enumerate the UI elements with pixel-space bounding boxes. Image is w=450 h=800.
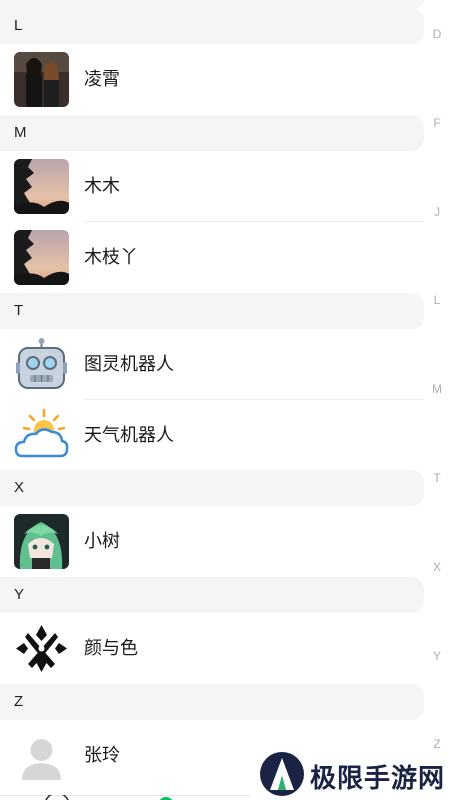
alphabet-index-bar[interactable]: D F J L M T X Y Z [424, 0, 450, 800]
avatar [14, 230, 69, 285]
section-letter: T [14, 302, 24, 319]
contact-name: 张玲 [84, 745, 120, 766]
photo-avatar-icon [14, 52, 69, 107]
section-letter: L [14, 17, 23, 34]
weather-icon [14, 408, 69, 463]
robot-icon [14, 337, 69, 392]
section-header-t: T [0, 293, 424, 329]
avatar [14, 728, 69, 783]
contact-name: 小树 [84, 531, 120, 552]
index-letter[interactable]: L [424, 293, 450, 307]
contact-row-xiaoshu[interactable]: 小树 [0, 506, 424, 577]
contact-row-weather-robot[interactable]: 天气机器人 [0, 400, 424, 471]
avatar [14, 621, 69, 676]
contact-name: 木木 [84, 176, 120, 197]
contact-row-yanyuse[interactable]: 颜与色 [0, 613, 424, 684]
section-header-x: X [0, 470, 424, 506]
anime-avatar-icon [14, 514, 69, 569]
avatar [14, 514, 69, 569]
index-letter[interactable]: D [424, 27, 450, 41]
sunset-photo-icon [14, 230, 69, 285]
index-letter[interactable]: T [424, 471, 450, 485]
watermark-text: 极限手游网 [310, 764, 446, 794]
emblem-icon [14, 621, 69, 676]
default-person-icon [14, 728, 69, 783]
sunset-photo-icon [14, 159, 69, 214]
contact-row-lingxiao[interactable]: 凌霄 [0, 44, 424, 115]
index-letter[interactable]: Y [424, 649, 450, 663]
contact-name: 图灵机器人 [84, 354, 174, 375]
section-header-z: Z [0, 684, 424, 720]
section-letter: Z [14, 693, 24, 710]
avatar [14, 52, 69, 107]
contact-list: L 凌霄 M 木木 木枝丫 T 图灵机器人 天气机器人 X 小树 Y 颜与色 Z… [0, 0, 424, 800]
index-letter[interactable]: J [424, 205, 450, 219]
contact-name: 凌霄 [84, 69, 120, 90]
index-letter[interactable]: F [424, 116, 450, 130]
contact-name: 木枝丫 [84, 247, 138, 268]
section-header-l: L [0, 8, 424, 44]
contact-row-muzhiya[interactable]: 木枝丫 [0, 222, 424, 293]
avatar [14, 159, 69, 214]
section-header-y: Y [0, 577, 424, 613]
avatar [14, 337, 69, 392]
section-letter: M [14, 124, 27, 141]
section-letter: X [14, 479, 25, 496]
avatar [14, 408, 69, 463]
contact-row-turing-robot[interactable]: 图灵机器人 [0, 329, 424, 400]
contact-row-mumu[interactable]: 木木 [0, 151, 424, 222]
contact-name: 颜与色 [84, 638, 138, 659]
contact-name: 天气机器人 [84, 425, 174, 446]
section-header-m: M [0, 115, 424, 151]
watermark-logo-icon [260, 752, 304, 796]
index-letter[interactable]: X [424, 560, 450, 574]
section-letter: Y [14, 586, 25, 603]
watermark-logo: 极限手游网 [258, 748, 448, 800]
list-top-edge [0, 0, 424, 8]
index-letter[interactable]: M [424, 382, 450, 396]
